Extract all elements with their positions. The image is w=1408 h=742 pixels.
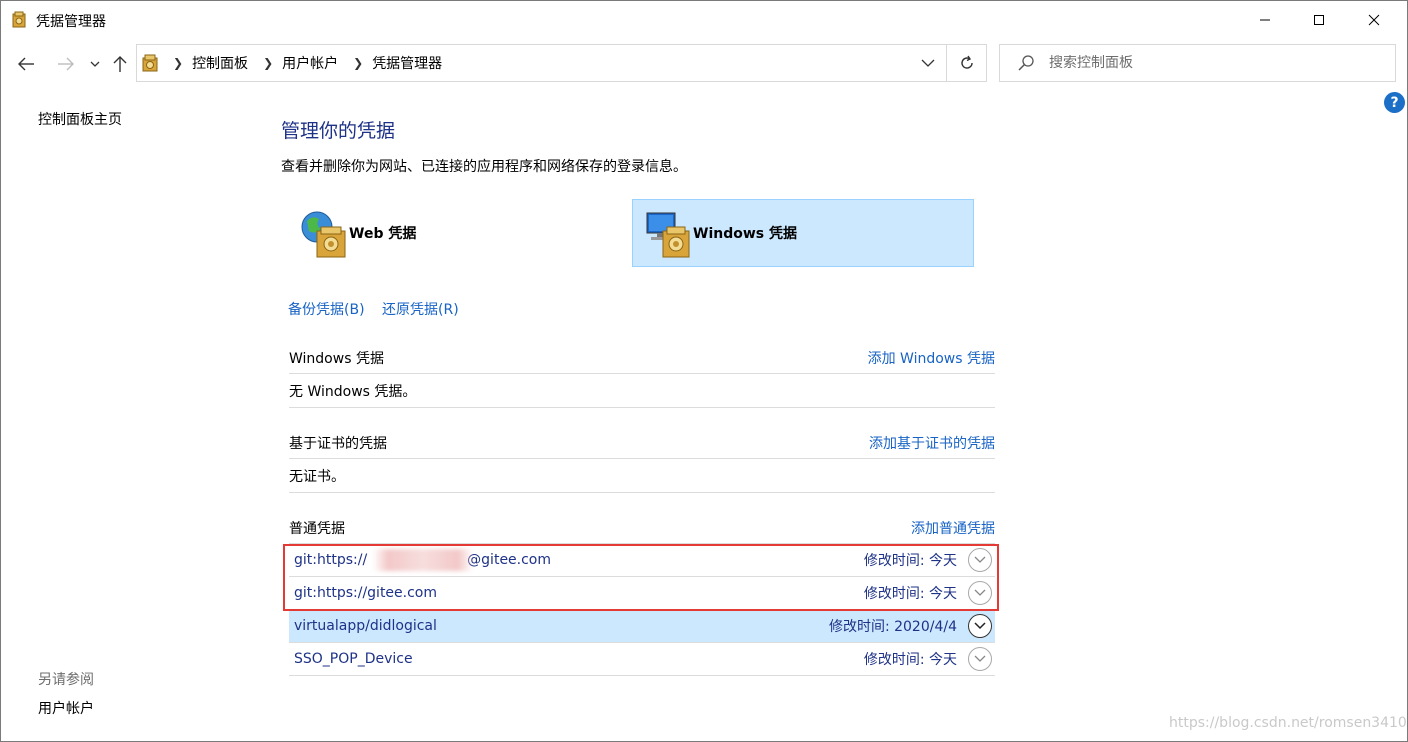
title-bar: 凭据管理器 [1, 1, 1407, 39]
credential-name: virtualapp/didlogical [294, 618, 437, 634]
windows-credentials-section: Windows 凭据 添加 Windows 凭据 无 Windows 凭据。 [289, 342, 995, 408]
annotation-highlight-box [283, 544, 999, 611]
web-credentials-label: Web 凭据 [349, 226, 417, 242]
section-header: 普通凭据 添加普通凭据 [289, 512, 995, 544]
chevron-right-icon[interactable]: ❯ [353, 56, 363, 70]
control-panel-home-link[interactable]: 控制面板主页 [38, 109, 122, 129]
section-heading: 普通凭据 [289, 520, 345, 537]
credential-modified: 修改时间: 2020/4/4 [828, 619, 957, 635]
up-button[interactable] [109, 51, 131, 77]
chevron-down-icon [90, 61, 100, 67]
restore-credentials-link[interactable]: 还原凭据(R) [382, 299, 459, 319]
refresh-icon [960, 55, 973, 69]
credential-name: SSO_POP_Device [294, 651, 413, 667]
arrow-left-icon [18, 57, 34, 71]
window-title: 凭据管理器 [36, 14, 106, 30]
breadcrumb-user-accounts[interactable]: 用户帐户 [282, 53, 338, 73]
recent-locations-button[interactable] [87, 51, 103, 77]
windows-credentials-label: Windows 凭据 [693, 226, 797, 242]
section-header: 基于证书的凭据 添加基于证书的凭据 [289, 427, 995, 459]
certificate-credentials-section: 基于证书的凭据 添加基于证书的凭据 无证书。 [289, 427, 995, 493]
refresh-button[interactable] [947, 44, 987, 82]
section-header: Windows 凭据 添加 Windows 凭据 [289, 342, 995, 374]
chevron-right-icon: ❯ [173, 56, 184, 70]
credential-row-selected[interactable]: virtualapp/didlogical 修改时间: 2020/4/4 [289, 610, 995, 643]
breadcrumb-control-panel[interactable]: 控制面板 [192, 53, 248, 73]
maximize-icon [1314, 15, 1324, 25]
windows-credentials-tile[interactable]: Windows 凭据 [632, 199, 974, 267]
section-heading: Windows 凭据 [289, 350, 384, 367]
see-also-heading: 另请参阅 [38, 672, 94, 688]
add-generic-credential-link[interactable]: 添加普通凭据 [911, 518, 995, 538]
page-description: 查看并删除你为网站、已连接的应用程序和网络保存的登录信息。 [281, 159, 687, 175]
search-box[interactable] [999, 44, 1396, 82]
backup-credentials-link[interactable]: 备份凭据(B) [288, 299, 365, 319]
chevron-down-icon [974, 622, 986, 630]
web-credentials-icon [301, 211, 346, 258]
section-empty-text: 无证书。 [289, 459, 995, 493]
arrow-up-icon [113, 56, 127, 72]
add-certificate-credential-link[interactable]: 添加基于证书的凭据 [869, 433, 995, 453]
arrow-right-icon [58, 57, 74, 71]
help-icon[interactable]: ? [1384, 92, 1405, 113]
credential-manager-icon [142, 54, 158, 72]
maximize-button[interactable] [1292, 1, 1346, 39]
chevron-right-icon[interactable]: ❯ [263, 56, 273, 70]
credential-manager-icon [12, 11, 26, 28]
close-icon [1368, 14, 1380, 26]
close-button[interactable] [1347, 1, 1401, 39]
credential-modified: 修改时间: 今天 [863, 652, 957, 668]
web-credentials-tile[interactable]: Web 凭据 [289, 199, 631, 267]
section-empty-text: 无 Windows 凭据。 [289, 374, 995, 408]
chevron-down-icon [921, 59, 934, 67]
page-title: 管理你的凭据 [281, 120, 396, 142]
back-button[interactable] [13, 51, 39, 77]
breadcrumb-credential-manager[interactable]: 凭据管理器 [372, 53, 442, 73]
section-heading: 基于证书的凭据 [289, 435, 387, 452]
windows-credentials-icon [646, 212, 690, 258]
search-input[interactable] [1049, 55, 1369, 71]
add-windows-credential-link[interactable]: 添加 Windows 凭据 [868, 348, 995, 368]
credential-manager-window: 凭据管理器 ❯ 控制面板 ❯ 用户帐户 ❯ 凭据管理器 搜索控制面板 ? 控制面… [0, 0, 1408, 742]
search-icon [1018, 55, 1034, 71]
watermark-text: https://blog.csdn.net/romsen3410 [1169, 715, 1407, 731]
expand-credential-button[interactable] [968, 614, 992, 638]
expand-credential-button[interactable] [968, 647, 992, 671]
address-bar[interactable]: ❯ 控制面板 ❯ 用户帐户 ❯ 凭据管理器 [136, 44, 947, 82]
minimize-button[interactable] [1238, 1, 1292, 39]
credential-row[interactable]: SSO_POP_Device 修改时间: 今天 [289, 643, 995, 676]
forward-button[interactable] [53, 51, 79, 77]
minimize-icon [1260, 19, 1270, 21]
chevron-down-icon [974, 655, 986, 662]
user-accounts-link[interactable]: 用户帐户 [38, 698, 94, 718]
address-dropdown-button[interactable] [908, 45, 946, 81]
